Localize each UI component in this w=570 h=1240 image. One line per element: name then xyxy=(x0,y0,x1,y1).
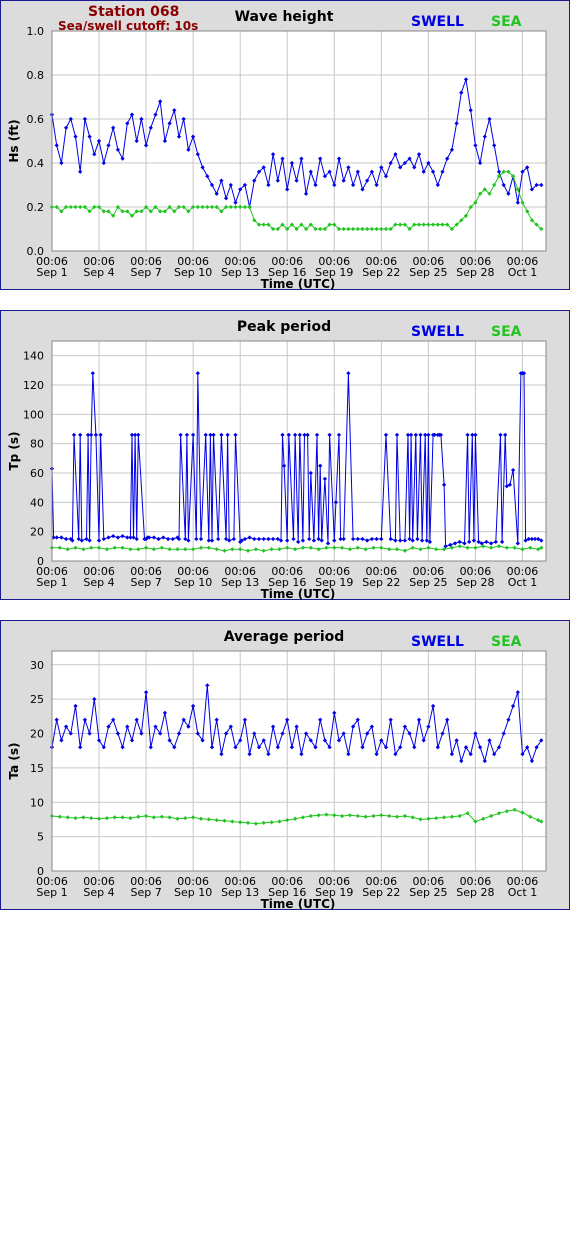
x-axis-label: Time (UTC) xyxy=(261,587,336,601)
x-tick-date: Sep 10 xyxy=(174,886,212,899)
x-tick-date: Sep 28 xyxy=(456,576,494,589)
x-tick-date: Oct 1 xyxy=(508,886,538,899)
x-tick-date: Oct 1 xyxy=(508,266,538,279)
x-tick-date: Sep 25 xyxy=(409,266,447,279)
x-tick-date: Sep 28 xyxy=(456,266,494,279)
y-tick-label: 20 xyxy=(30,728,44,741)
plot-area: 02040608010012014000:06Sep 100:06Sep 400… xyxy=(23,340,547,589)
x-tick-date: Sep 22 xyxy=(362,576,400,589)
x-tick-date: Sep 10 xyxy=(174,576,212,589)
plot-area: 0.00.20.40.60.81.000:06Sep 100:06Sep 400… xyxy=(27,25,547,279)
y-tick-label: 0.8 xyxy=(27,69,45,82)
y-axis-label: Hs (ft) xyxy=(7,119,21,162)
x-tick-date: Sep 1 xyxy=(36,576,67,589)
chart-title: Wave height xyxy=(235,9,334,25)
legend-sea: SEA xyxy=(491,634,522,650)
chart-title: Peak period xyxy=(237,319,331,335)
wave-height-chart: Station 068 Sea/swell cutoff: 10s Wave h… xyxy=(7,4,547,291)
y-tick-label: 120 xyxy=(23,379,44,392)
x-tick-date: Sep 4 xyxy=(83,886,114,899)
y-tick-label: 25 xyxy=(30,693,44,706)
plot-background xyxy=(52,31,546,251)
wave-height-panel: Station 068 Sea/swell cutoff: 10s Wave h… xyxy=(0,0,570,291)
legend-sea: SEA xyxy=(491,324,522,340)
x-tick-date: Sep 1 xyxy=(36,886,67,899)
x-tick-date: Sep 25 xyxy=(409,576,447,589)
y-axis-label: Tp (s) xyxy=(7,431,21,470)
y-tick-label: 5 xyxy=(37,831,44,844)
station-title: Station 068 xyxy=(88,4,179,20)
x-tick-date: Sep 7 xyxy=(130,266,161,279)
average-period-panel: Average period SWELL SEA 0 5 10 15 20 25 30 00:… xyxy=(0,620,570,911)
legend-swell: SWELL xyxy=(411,634,464,650)
y-tick-label: 15 xyxy=(30,762,44,775)
y-tick-label: 1.0 xyxy=(27,25,45,38)
average-period-chart: Average period SWELL SEA 05101520253000:… xyxy=(7,629,547,911)
x-tick-date: Sep 7 xyxy=(130,886,161,899)
x-tick-date: Sep 22 xyxy=(362,886,400,899)
y-axis-label: Ta (s) xyxy=(7,742,21,779)
peak-period-panel: Peak period SWELL SEA 0 20 40 60 80 100 120 140… xyxy=(0,310,570,601)
x-tick-date: Sep 25 xyxy=(409,886,447,899)
x-tick-date: Sep 28 xyxy=(456,886,494,899)
x-tick-date: Sep 13 xyxy=(221,266,259,279)
y-tick-label: 140 xyxy=(23,350,44,363)
x-tick-date: Sep 22 xyxy=(362,266,400,279)
y-tick-label: 30 xyxy=(30,659,44,672)
y-tick-label: 80 xyxy=(30,438,44,451)
plot-area: 05101520253000:06Sep 100:06Sep 400:06Sep… xyxy=(30,650,547,899)
y-tick-label: 0.4 xyxy=(27,157,45,170)
legend-swell: SWELL xyxy=(411,324,464,340)
chart-title: Average period xyxy=(224,629,345,645)
y-tick-label: 0.2 xyxy=(27,201,45,214)
x-axis-label: Time (UTC) xyxy=(261,277,336,291)
x-tick-date: Sep 7 xyxy=(130,576,161,589)
x-tick-date: Sep 13 xyxy=(221,886,259,899)
x-axis-label: Time (UTC) xyxy=(261,897,336,911)
legend-sea: SEA xyxy=(491,14,522,30)
x-tick-date: Sep 1 xyxy=(36,266,67,279)
y-tick-label: 40 xyxy=(30,496,44,509)
x-tick-date: Sep 13 xyxy=(221,576,259,589)
plot-background xyxy=(52,651,546,871)
x-tick-date: Sep 4 xyxy=(83,266,114,279)
x-tick-date: Oct 1 xyxy=(508,576,538,589)
y-tick-label: 0.6 xyxy=(27,113,45,126)
y-tick-label: 10 xyxy=(30,796,44,809)
legend-swell: SWELL xyxy=(411,14,464,30)
x-tick-date: Sep 4 xyxy=(83,576,114,589)
x-tick-date: Sep 10 xyxy=(174,266,212,279)
y-tick-label: 100 xyxy=(23,408,44,421)
y-tick-label: 60 xyxy=(30,467,44,480)
peak-period-chart: Peak period SWELL SEA 020406080100120140… xyxy=(7,319,547,601)
y-tick-label: 20 xyxy=(30,526,44,539)
